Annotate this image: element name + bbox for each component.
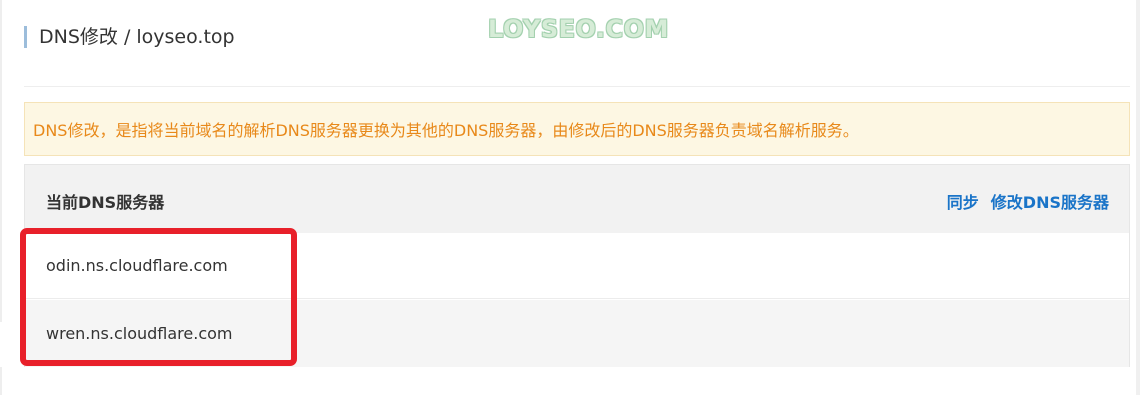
panel-actions: 同步 修改DNS服务器 (947, 189, 1109, 213)
right-scroll-edge (1136, 0, 1140, 395)
page-title-bar: DNS修改 / loyseo.top (24, 26, 235, 48)
header-divider (24, 86, 1130, 87)
modify-dns-link[interactable]: 修改DNS服务器 (991, 189, 1109, 213)
left-edge (0, 0, 2, 395)
sync-link[interactable]: 同步 (947, 189, 979, 213)
panel-header: 当前DNS服务器 同步 修改DNS服务器 (25, 165, 1129, 233)
notice-text: DNS修改，是指将当前域名的解析DNS服务器更换为其他的DNS服务器，由修改后的… (33, 121, 859, 140)
left-edge-gap (0, 322, 2, 367)
highlight-annotation-box (20, 228, 297, 366)
info-notice: DNS修改，是指将当前域名的解析DNS服务器更换为其他的DNS服务器，由修改后的… (24, 102, 1130, 156)
panel-title: 当前DNS服务器 (46, 193, 165, 212)
watermark: LOYSEO.COM (488, 15, 669, 43)
page-title: DNS修改 / loyseo.top (39, 26, 235, 48)
